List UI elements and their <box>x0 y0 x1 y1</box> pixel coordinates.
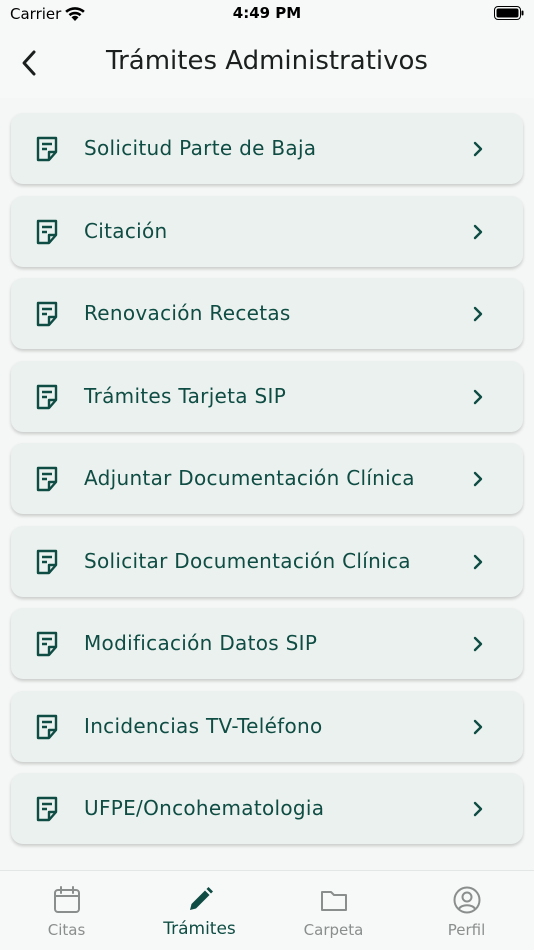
note-icon <box>36 796 58 822</box>
list-item[interactable]: Solicitud Parte de Baja <box>11 113 523 184</box>
note-icon <box>36 631 58 657</box>
note-icon <box>36 549 58 575</box>
profile-icon <box>453 886 480 914</box>
list-item[interactable]: Trámites Tarjeta SIP <box>11 361 523 432</box>
chevron-right-icon <box>473 141 483 157</box>
list-item[interactable]: Solicitar Documentación Clínica <box>11 526 523 597</box>
tab-carpeta[interactable]: Carpeta <box>267 871 400 950</box>
tab-label: Trámites <box>163 919 236 939</box>
note-icon <box>36 714 58 740</box>
item-label: Solicitud Parte de Baja <box>84 136 317 160</box>
list-item[interactable]: Citación <box>11 196 523 267</box>
chevron-right-icon <box>473 554 483 570</box>
pencil-icon <box>189 887 213 910</box>
tab-bar: Citas Trámites Carpeta Perfil <box>0 870 534 950</box>
chevron-right-icon <box>473 224 483 240</box>
chevron-right-icon <box>473 801 483 817</box>
tab-label: Perfil <box>447 921 486 939</box>
note-icon <box>36 384 58 410</box>
tramites-list: Solicitud Parte de Baja Citación Renovac… <box>0 98 534 870</box>
item-label: Trámites Tarjeta SIP <box>84 384 287 408</box>
item-label: Adjuntar Documentación Clínica <box>84 466 415 490</box>
status-bar: Carrier 4:49 PM <box>0 0 534 28</box>
tab-label: Citas <box>47 921 86 939</box>
list-item[interactable]: Incidencias TV-Teléfono <box>11 691 523 762</box>
page-title: Trámites Administrativos <box>106 46 428 76</box>
tab-citas[interactable]: Citas <box>0 871 133 950</box>
chevron-right-icon <box>473 719 483 735</box>
item-label: Citación <box>84 219 168 243</box>
clock: 4:49 PM <box>232 4 302 22</box>
calendar-icon <box>53 886 80 913</box>
chevron-right-icon <box>473 636 483 652</box>
chevron-right-icon <box>473 471 483 487</box>
tab-label: Carpeta <box>303 921 364 939</box>
chevron-right-icon <box>473 306 483 322</box>
note-icon <box>36 466 58 492</box>
tab-tramites[interactable]: Trámites <box>133 871 266 950</box>
list-item[interactable]: Renovación Recetas <box>11 278 523 349</box>
note-icon <box>36 136 58 162</box>
list-item[interactable]: UFPE/Oncohematologia <box>11 773 523 844</box>
battery-icon <box>494 6 524 20</box>
item-label: UFPE/Oncohematologia <box>84 796 325 820</box>
chevron-right-icon <box>473 389 483 405</box>
list-item[interactable]: Adjuntar Documentación Clínica <box>11 443 523 514</box>
header: Trámites Administrativos <box>0 28 534 98</box>
item-label: Solicitar Documentación Clínica <box>84 549 411 573</box>
item-label: Incidencias TV-Teléfono <box>84 714 323 738</box>
note-icon <box>36 301 58 327</box>
folder-icon <box>320 891 347 911</box>
tab-perfil[interactable]: Perfil <box>400 871 533 950</box>
note-icon <box>36 219 58 245</box>
item-label: Renovación Recetas <box>84 301 291 325</box>
list-item[interactable]: Modificación Datos SIP <box>11 608 523 679</box>
item-label: Modificación Datos SIP <box>84 631 318 655</box>
